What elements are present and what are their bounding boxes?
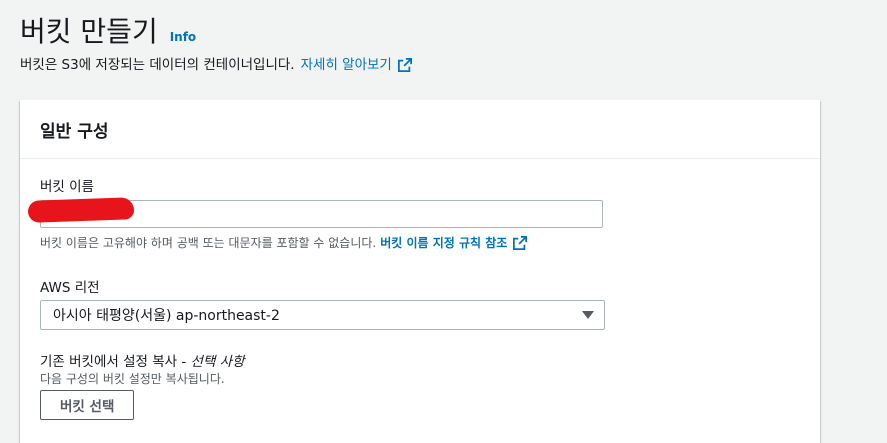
copy-settings-description: 다음 구성의 버킷 설정만 복사됩니다.	[40, 372, 225, 386]
copy-settings-label-text: 기존 버킷에서 설정 복사 -	[40, 354, 187, 370]
redaction-mark	[27, 197, 135, 223]
page-description-text: 버킷은 S3에 저장되는 데이터의 컨테이너입니다.	[20, 57, 295, 73]
general-config-header: 일반 구성	[20, 100, 820, 159]
general-config-panel: 일반 구성 버킷 이름 버킷 이름은 고유해야 하며 공백 또는 대문자를 포함…	[20, 100, 820, 443]
bucket-name-hint-text: 버킷 이름은 고유해야 하며 공백 또는 대문자를 포함할 수 없습니다.	[40, 236, 377, 250]
copy-settings-label: 기존 버킷에서 설정 복사 - 선택 사항	[40, 350, 245, 370]
section-title: 일반 구성	[40, 121, 109, 142]
bucket-name-label: 버킷 이름	[40, 179, 94, 195]
page-description: 버킷은 S3에 저장되는 데이터의 컨테이너입니다. 자세히 알아보기	[20, 55, 412, 75]
page-title: 버킷 만들기	[20, 15, 158, 48]
learn-more-label: 자세히 알아보기	[300, 57, 392, 73]
bucket-naming-rules-label: 버킷 이름 지정 규칙 참조	[380, 236, 508, 250]
aws-region-label: AWS 리전	[40, 280, 100, 296]
create-bucket-page: 버킷 만들기 Info 버킷은 S3에 저장되는 데이터의 컨테이너입니다. 자…	[0, 0, 887, 443]
page-header: 버킷 만들기 Info	[20, 12, 196, 52]
bucket-naming-rules-link[interactable]: 버킷 이름 지정 규칙 참조	[380, 234, 528, 251]
aws-region-value: 아시아 태평양(서울) ap-northeast-2	[53, 308, 280, 324]
optional-label: 선택 사항	[190, 354, 245, 370]
external-link-icon	[397, 58, 412, 72]
bucket-name-hint: 버킷 이름은 고유해야 하며 공백 또는 대문자를 포함할 수 없습니다. 버킷…	[40, 234, 528, 251]
info-link[interactable]: Info	[170, 30, 196, 44]
caret-down-icon	[582, 311, 594, 319]
aws-region-select[interactable]: 아시아 태평양(서울) ap-northeast-2	[40, 300, 605, 330]
learn-more-link[interactable]: 자세히 알아보기	[301, 55, 412, 75]
choose-bucket-button[interactable]: 버킷 선택	[40, 390, 135, 420]
external-link-icon	[513, 235, 528, 250]
